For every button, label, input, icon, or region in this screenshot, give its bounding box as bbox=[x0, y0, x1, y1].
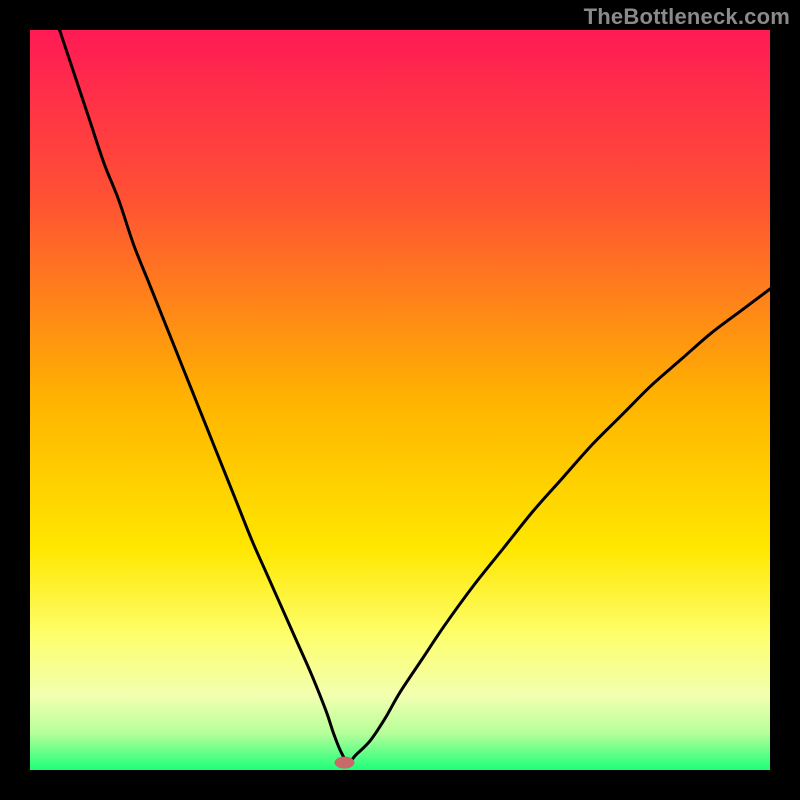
min-point-marker bbox=[335, 757, 355, 769]
watermark-text: TheBottleneck.com bbox=[584, 4, 790, 30]
chart-frame: TheBottleneck.com bbox=[0, 0, 800, 800]
bottleneck-chart bbox=[30, 30, 770, 770]
gradient-background bbox=[30, 30, 770, 770]
